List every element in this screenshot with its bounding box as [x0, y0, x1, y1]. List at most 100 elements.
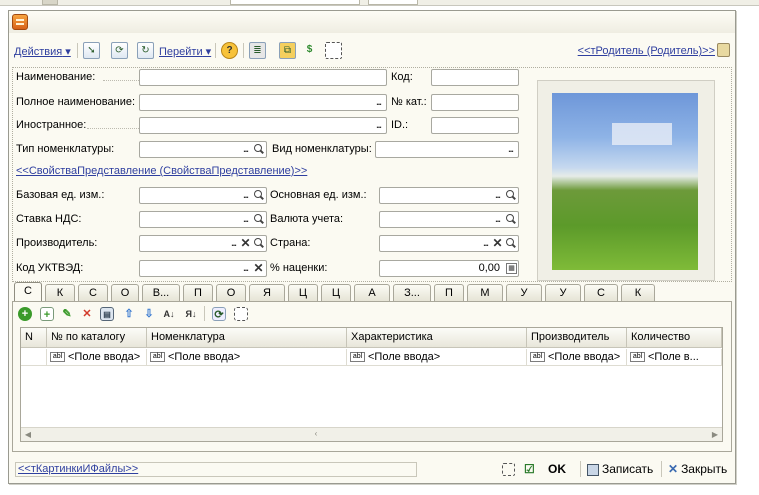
properties-link[interactable]: <<СвойстваПредставление (СвойстваПредста…: [16, 165, 307, 177]
horizontal-scrollbar[interactable]: ◀ ‹ ▶: [21, 427, 722, 441]
table-cell-catalog-no[interactable]: abl <Поле ввода>: [47, 349, 147, 366]
pictures-files-link[interactable]: <<тКартинкиИФайлы>>: [15, 462, 417, 477]
sort-asc-icon[interactable]: A↓: [162, 307, 176, 321]
copy-doc-icon[interactable]: ↻: [137, 42, 154, 59]
column-header-characteristic[interactable]: Характеристика: [347, 328, 527, 348]
search-icon[interactable]: [252, 189, 265, 202]
add-icon[interactable]: +: [18, 307, 32, 321]
clear-icon[interactable]: ✕: [491, 237, 504, 250]
base-unit-select[interactable]: ...: [139, 187, 267, 204]
ok-button[interactable]: OK: [548, 460, 566, 478]
tab-11[interactable]: З...: [393, 284, 431, 301]
tab-13[interactable]: М: [467, 284, 503, 301]
table-cell-n[interactable]: [21, 349, 47, 366]
tab-6[interactable]: О: [216, 284, 246, 301]
parent-link[interactable]: <<тРодитель (Родитель)>>: [578, 45, 715, 57]
table-cell-nomenclature[interactable]: abl <Поле ввода>: [147, 349, 347, 366]
tab-16[interactable]: С: [584, 284, 618, 301]
scroll-left-icon[interactable]: ◀: [23, 430, 33, 440]
search-icon[interactable]: [504, 237, 517, 250]
edit-icon[interactable]: ✎: [60, 307, 74, 321]
full-name-input[interactable]: ...: [139, 94, 387, 111]
tab-5[interactable]: П: [183, 284, 213, 301]
foreign-name-input[interactable]: ...: [139, 117, 387, 134]
refresh-icon[interactable]: ⟳: [212, 307, 226, 321]
ellipsis-button[interactable]: ...: [239, 143, 252, 156]
list-icon[interactable]: ≣: [249, 42, 266, 59]
name-input[interactable]: [139, 69, 387, 86]
currency-select[interactable]: ...: [379, 211, 519, 228]
select-frame-button[interactable]: [502, 460, 515, 478]
tab-14[interactable]: У: [506, 284, 542, 301]
actions-menu[interactable]: Действия ▾: [14, 45, 71, 58]
tab-1[interactable]: К: [45, 284, 75, 301]
ellipsis-button[interactable]: ...: [491, 189, 504, 202]
delete-icon[interactable]: ✕: [80, 307, 94, 321]
tab-3[interactable]: О: [111, 284, 139, 301]
tab-2[interactable]: С: [78, 284, 108, 301]
sort-desc-icon[interactable]: Я↓: [184, 307, 198, 321]
tab-12[interactable]: П: [434, 284, 464, 301]
nom-type-select[interactable]: ...: [139, 141, 267, 158]
move-up-icon[interactable]: ⇧: [122, 307, 136, 321]
column-header-nomenclature[interactable]: Номенклатура: [147, 328, 347, 348]
table-cell-characteristic[interactable]: abl <Поле ввода>: [347, 349, 527, 366]
refresh-icon[interactable]: ⟳: [111, 42, 128, 59]
tab-10[interactable]: А: [354, 284, 390, 301]
ellipsis-button[interactable]: ...: [239, 189, 252, 202]
calculator-icon[interactable]: ▦: [506, 263, 517, 274]
lock-icon[interactable]: [717, 43, 730, 57]
code-ukt-select[interactable]: ... ✕: [139, 260, 267, 277]
tab-17[interactable]: К: [621, 284, 655, 301]
select-frame-icon[interactable]: [234, 307, 248, 321]
ellipsis-button[interactable]: ...: [504, 143, 517, 156]
column-header-n[interactable]: N: [21, 328, 47, 348]
ellipsis-button[interactable]: ...: [491, 213, 504, 226]
help-icon[interactable]: ?: [221, 42, 238, 59]
scroll-thumb-icon[interactable]: ‹: [311, 429, 321, 439]
id-input[interactable]: [431, 117, 519, 134]
country-select[interactable]: ... ✕: [379, 235, 519, 252]
dollar-icon[interactable]: $: [301, 42, 318, 59]
producer-select[interactable]: ... ✕: [139, 235, 267, 252]
clear-icon[interactable]: ✕: [252, 262, 265, 275]
tab-9[interactable]: Ц: [321, 284, 351, 301]
cat-no-input[interactable]: [431, 94, 519, 111]
column-header-quantity[interactable]: Количество: [627, 328, 722, 348]
search-icon[interactable]: [504, 213, 517, 226]
scroll-right-icon[interactable]: ▶: [710, 430, 720, 440]
clear-icon[interactable]: ✕: [239, 237, 252, 250]
goto-menu[interactable]: Перейти ▾: [159, 45, 211, 58]
ellipsis-button[interactable]: ...: [239, 262, 252, 275]
ellipsis-button[interactable]: ...: [372, 119, 385, 132]
structure-icon[interactable]: ⧉: [279, 42, 296, 59]
tab-15[interactable]: У: [545, 284, 581, 301]
code-input[interactable]: [431, 69, 519, 86]
add-copy-icon[interactable]: +: [40, 307, 54, 321]
nom-kind-select[interactable]: ...: [375, 141, 519, 158]
save-row-icon[interactable]: ▤: [100, 307, 114, 321]
tab-4[interactable]: В...: [142, 284, 180, 301]
create-doc-icon[interactable]: ➘: [83, 42, 100, 59]
close-button[interactable]: ✕ Закрыть: [668, 460, 727, 478]
move-down-icon[interactable]: ⇩: [142, 307, 156, 321]
check-icon[interactable]: ☑: [524, 460, 535, 478]
main-unit-select[interactable]: ...: [379, 187, 519, 204]
search-icon[interactable]: [252, 237, 265, 250]
search-icon[interactable]: [504, 189, 517, 202]
column-header-catalog-no[interactable]: № по каталогу: [47, 328, 147, 348]
tab-7[interactable]: Я: [249, 284, 285, 301]
column-header-producer[interactable]: Производитель: [527, 328, 627, 348]
search-icon[interactable]: [252, 143, 265, 156]
select-frame-icon[interactable]: [325, 42, 342, 59]
ellipsis-button[interactable]: ...: [239, 213, 252, 226]
vat-select[interactable]: ...: [139, 211, 267, 228]
markup-input[interactable]: 0,00 ▦: [379, 260, 519, 277]
ellipsis-button[interactable]: ...: [372, 96, 385, 109]
tab-8[interactable]: Ц: [288, 284, 318, 301]
save-button[interactable]: Записать: [587, 460, 653, 478]
table-cell-producer[interactable]: abl <Поле ввода>: [527, 349, 627, 366]
search-icon[interactable]: [252, 213, 265, 226]
table-cell-quantity[interactable]: abl <Поле в...: [627, 349, 722, 366]
tab-0[interactable]: С: [14, 282, 42, 302]
